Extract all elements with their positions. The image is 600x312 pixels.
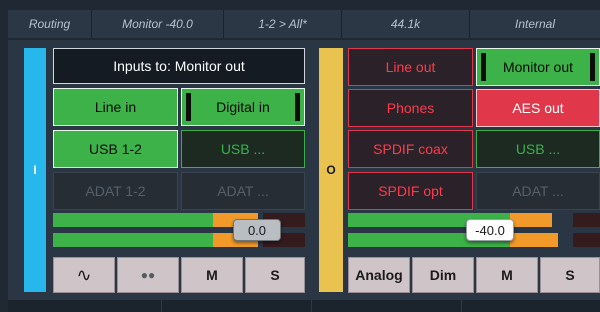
- output-volume-slider[interactable]: -40.0: [466, 219, 514, 241]
- phase-invert-button[interactable]: ∿: [53, 257, 115, 293]
- routing-selection-readout[interactable]: 1-2 > All*: [224, 10, 342, 38]
- output-label: Phones: [386, 100, 435, 116]
- monitor-level-readout[interactable]: Monitor -40.0: [92, 10, 224, 38]
- output-mute-button[interactable]: M: [476, 257, 538, 293]
- meter-orange-segment: [510, 213, 552, 227]
- source-label: Digital in: [216, 99, 270, 115]
- meter-red-segment: [573, 213, 600, 227]
- output-aes-out[interactable]: AES out: [476, 89, 600, 127]
- output-label: AES out: [512, 100, 564, 116]
- selection-marker-right: [590, 53, 595, 81]
- source-adat-more[interactable]: ADAT ...: [181, 172, 305, 210]
- selection-marker-left: [186, 93, 191, 121]
- source-label: ADAT ...: [217, 183, 269, 199]
- meter-red-segment: [573, 233, 600, 247]
- source-label: USB 1-2: [89, 141, 142, 157]
- output-phones[interactable]: Phones: [348, 89, 473, 127]
- output-spdif-opt[interactable]: SPDIF opt: [348, 172, 473, 210]
- routing-tab[interactable]: Routing: [8, 10, 92, 38]
- meter-green-segment: [53, 213, 213, 227]
- source-adat-1-2[interactable]: ADAT 1-2: [53, 172, 178, 210]
- input-solo-button[interactable]: S: [245, 257, 305, 293]
- output-spdif-coax[interactable]: SPDIF coax: [348, 130, 473, 168]
- output-strip[interactable]: O: [319, 48, 343, 292]
- source-label: ADAT 1-2: [85, 183, 146, 199]
- inputs-header: Inputs to: Monitor out: [53, 48, 305, 84]
- input-strip[interactable]: I: [24, 48, 46, 292]
- sample-rate-readout[interactable]: 44.1k: [342, 10, 470, 38]
- meter-orange-segment: [510, 233, 558, 247]
- output-label: Line out: [385, 59, 436, 75]
- output-solo-button[interactable]: S: [540, 257, 600, 293]
- wave-icon: ∿: [76, 264, 92, 285]
- output-monitor-out[interactable]: Monitor out: [476, 48, 600, 86]
- dim-button[interactable]: Dim: [412, 257, 474, 293]
- output-usb-more[interactable]: USB ...: [476, 130, 600, 168]
- panel-footer: [8, 300, 600, 312]
- meter-green-segment: [53, 233, 213, 247]
- source-usb-more[interactable]: USB ...: [181, 130, 305, 168]
- status-bar: Routing Monitor -40.0 1-2 > All* 44.1k I…: [8, 10, 600, 38]
- input-mute-button[interactable]: M: [181, 257, 243, 293]
- source-label: Line in: [94, 99, 137, 115]
- stereo-link-icon: ●●: [140, 268, 156, 282]
- selection-marker-right: [295, 93, 300, 121]
- source-label: USB ...: [220, 141, 266, 157]
- source-line-in[interactable]: Line in: [53, 88, 178, 126]
- source-digital-in[interactable]: Digital in: [181, 88, 305, 126]
- stereo-link-button[interactable]: ●●: [117, 257, 179, 293]
- selection-marker-left: [481, 53, 486, 81]
- output-label: ADAT ...: [512, 183, 564, 199]
- analog-button[interactable]: Analog: [348, 257, 410, 293]
- output-label: SPDIF coax: [373, 141, 448, 157]
- output-label: SPDIF opt: [378, 183, 443, 199]
- output-adat-more[interactable]: ADAT ...: [476, 172, 600, 210]
- source-usb-1-2[interactable]: USB 1-2: [53, 130, 178, 168]
- output-label: USB ...: [515, 141, 561, 157]
- output-line-out[interactable]: Line out: [348, 48, 473, 86]
- input-gain-slider[interactable]: 0.0: [233, 219, 281, 241]
- clock-source-readout[interactable]: Internal: [470, 10, 600, 38]
- output-label: Monitor out: [502, 59, 574, 75]
